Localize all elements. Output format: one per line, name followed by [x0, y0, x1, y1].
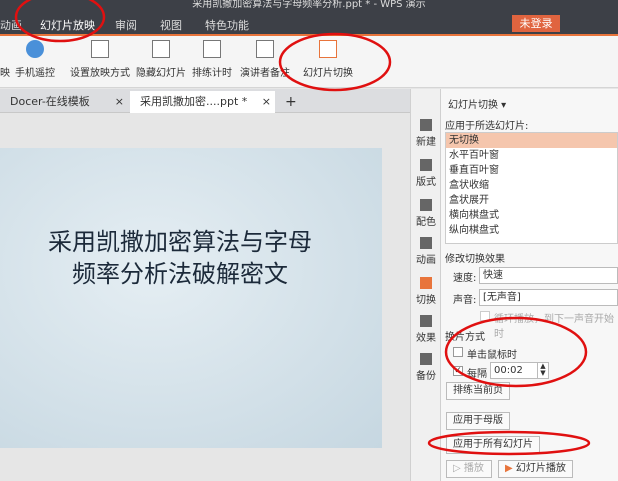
- speed-label: 速度:: [453, 273, 477, 284]
- close-icon[interactable]: ×: [262, 91, 271, 113]
- list-item[interactable]: 无切换: [446, 133, 617, 148]
- apply-master-button[interactable]: 应用于母版: [446, 412, 510, 430]
- on-click-checkbox[interactable]: [453, 347, 463, 357]
- loop-label: 循环播放，到下一声音开始时: [494, 314, 614, 340]
- document-tabs: Docer-在线模板 × 采用凯撒加密....ppt * × +: [0, 89, 410, 113]
- close-icon[interactable]: ×: [115, 91, 124, 113]
- loop-checkbox[interactable]: [480, 311, 490, 321]
- play-button[interactable]: ▷ 播放: [446, 460, 492, 478]
- palette-icon: [420, 199, 432, 211]
- tab-label: Docer-在线模板: [10, 95, 90, 108]
- label: 幻灯片切换: [303, 68, 353, 79]
- title-line: 采用凯撒加密算法与字母: [48, 228, 312, 256]
- slide-canvas[interactable]: 采用凯撒加密算法与字母 频率分析法破解密文: [0, 148, 382, 448]
- timer-icon: [203, 40, 221, 58]
- ribbon-slideshow-partial[interactable]: 映: [0, 64, 10, 79]
- hide-slide-button[interactable]: 隐藏幻灯片: [136, 40, 186, 79]
- login-button[interactable]: 未登录: [512, 15, 560, 32]
- label: 排练计时: [192, 68, 232, 79]
- slideshow-button[interactable]: ▶ 幻灯片播放: [498, 460, 573, 478]
- list-item[interactable]: 垂直百叶窗: [446, 163, 617, 178]
- label: 播放: [463, 463, 484, 474]
- side-animation[interactable]: 动画: [411, 237, 441, 266]
- label: 配色: [416, 217, 436, 228]
- effects-icon: [420, 315, 432, 327]
- every-checkbox[interactable]: ✓: [453, 366, 463, 376]
- label: 演讲者备注: [240, 68, 290, 79]
- apply-label: 应用于所选幻灯片:: [445, 121, 529, 132]
- slide-transition-button[interactable]: 幻灯片切换: [303, 40, 353, 79]
- label: 设置放映方式: [70, 68, 130, 79]
- list-item[interactable]: 盒状展开: [446, 193, 617, 208]
- projector-icon: [91, 40, 109, 58]
- time-spinner[interactable]: ▲ ▼: [537, 362, 549, 379]
- notes-icon: [256, 40, 274, 58]
- backup-icon: [420, 353, 432, 365]
- modify-label: 修改切换效果: [445, 254, 505, 265]
- ribbon: 映 手机遥控 设置放映方式 隐藏幻灯片 排练计时 演讲者备注 幻灯片切换: [0, 36, 618, 88]
- list-item[interactable]: 横向棋盘式: [446, 208, 617, 223]
- phone-icon: [26, 40, 44, 58]
- transition-icon: [420, 277, 432, 289]
- transition-list[interactable]: 无切换 水平百叶窗 垂直百叶窗 盒状收缩 盒状展开 横向棋盘式 纵向棋盘式: [445, 132, 618, 244]
- side-backup[interactable]: 备份: [411, 353, 441, 382]
- hide-slide-icon: [152, 40, 170, 58]
- side-layout[interactable]: 版式: [411, 159, 441, 188]
- label: 切换: [416, 295, 436, 306]
- label: 动画: [416, 255, 436, 266]
- new-tab-button[interactable]: +: [275, 91, 297, 113]
- transition-icon: [319, 40, 337, 58]
- menu-review[interactable]: 审阅: [115, 17, 137, 33]
- tab-ppt[interactable]: 采用凯撒加密....ppt * ×: [130, 91, 275, 113]
- label: 效果: [416, 333, 436, 344]
- side-strip: 新建 版式 配色 动画 切换 效果 备份: [410, 89, 441, 481]
- tab-label: 采用凯撒加密....ppt *: [140, 95, 248, 108]
- every-label: 每隔: [467, 369, 487, 380]
- speaker-notes-button[interactable]: 演讲者备注: [240, 40, 290, 79]
- advance-label: 换片方式: [445, 332, 485, 343]
- side-transition[interactable]: 切换: [411, 277, 441, 306]
- tab-docer[interactable]: Docer-在线模板 ×: [0, 91, 128, 113]
- menu-features[interactable]: 特色功能: [205, 17, 249, 33]
- slide-title[interactable]: 采用凯撒加密算法与字母 频率分析法破解密文: [0, 226, 360, 290]
- label: 新建: [416, 137, 436, 148]
- on-click-label: 单击鼠标时: [467, 350, 517, 361]
- title-bar: 采用凯撒加密算法与字母频率分析.ppt * - WPS 演示: [0, 0, 618, 12]
- sound-select[interactable]: [无声音]: [479, 289, 618, 306]
- remote-control-button[interactable]: 手机遥控: [15, 40, 55, 79]
- sound-label: 声音:: [453, 295, 477, 306]
- new-icon: [420, 119, 432, 131]
- menu-slideshow[interactable]: 幻灯片放映: [40, 17, 95, 33]
- side-effects[interactable]: 效果: [411, 315, 441, 344]
- rehearse-page-button[interactable]: 排练当前页: [446, 382, 510, 400]
- side-new[interactable]: 新建: [411, 119, 441, 148]
- menu-animation[interactable]: 动画: [0, 17, 22, 33]
- label: 幻灯片播放: [515, 463, 566, 474]
- label: 备份: [416, 371, 436, 382]
- list-item[interactable]: 纵向棋盘式: [446, 223, 617, 238]
- animation-icon: [420, 237, 432, 249]
- label: 隐藏幻灯片: [136, 68, 186, 79]
- apply-all-button[interactable]: 应用于所有幻灯片: [446, 436, 540, 454]
- speed-select[interactable]: 快速: [479, 267, 618, 284]
- label: 版式: [416, 177, 436, 188]
- side-color[interactable]: 配色: [411, 199, 441, 228]
- list-item[interactable]: 水平百叶窗: [446, 148, 617, 163]
- menu-view[interactable]: 视图: [160, 17, 182, 33]
- list-item[interactable]: 盒状收缩: [446, 178, 617, 193]
- title-line: 频率分析法破解密文: [72, 260, 288, 288]
- label: 手机遥控: [15, 68, 55, 79]
- layout-icon: [420, 159, 432, 171]
- panel-title[interactable]: 幻灯片切换 ▾: [448, 96, 506, 111]
- window-title: 采用凯撒加密算法与字母频率分析.ppt * - WPS 演示: [192, 0, 426, 10]
- slideshow-icon: ▶: [505, 463, 513, 474]
- rehearse-timing-button[interactable]: 排练计时: [192, 40, 232, 79]
- every-time-input[interactable]: 00:02: [490, 362, 538, 379]
- setup-show-button[interactable]: 设置放映方式: [70, 40, 130, 79]
